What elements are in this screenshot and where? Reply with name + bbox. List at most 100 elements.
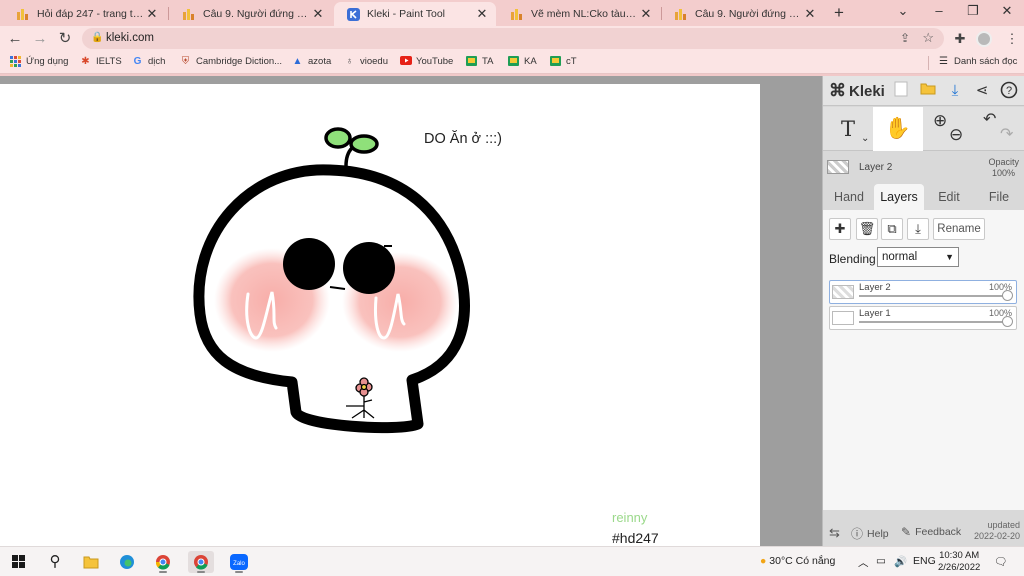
hand-tool[interactable]: ✋ bbox=[873, 107, 923, 151]
browser-tab-3[interactable]: Kleki - Paint Tool ✕ bbox=[334, 2, 496, 26]
bookmark-label: YouTube bbox=[416, 56, 454, 67]
chrome-profile-icon[interactable] bbox=[188, 551, 214, 573]
mouth-line bbox=[329, 286, 346, 290]
azota-icon: ▲ bbox=[292, 56, 303, 67]
reading-list-button[interactable]: ☰ Danh sách đọc bbox=[938, 56, 1017, 67]
tab-close-icon[interactable]: ✕ bbox=[802, 6, 818, 22]
chrome-icon[interactable] bbox=[150, 551, 176, 573]
language-indicator[interactable]: ENG bbox=[913, 555, 936, 567]
tab-close-icon[interactable]: ✕ bbox=[638, 6, 654, 22]
help-circle-icon[interactable]: ? bbox=[999, 81, 1019, 101]
minimize-icon[interactable]: – bbox=[922, 0, 956, 24]
back-icon[interactable]: ← bbox=[4, 28, 26, 50]
bookmark-star-icon[interactable]: ☆ bbox=[922, 30, 934, 46]
tab-file[interactable]: File bbox=[975, 184, 1023, 210]
merge-layer-button[interactable]: ⤓ bbox=[907, 218, 929, 240]
blending-select[interactable]: normal ▼ bbox=[877, 247, 959, 267]
tab-hand[interactable]: Hand bbox=[825, 184, 873, 210]
forward-icon[interactable]: → bbox=[29, 28, 51, 50]
bookmark-dich[interactable]: G dịch bbox=[132, 56, 166, 67]
close-window-icon[interactable]: ✕ bbox=[990, 0, 1024, 24]
bookmark-ka[interactable]: KA bbox=[508, 56, 537, 67]
notifications-icon[interactable]: 🗨 bbox=[994, 555, 1007, 568]
browser-tab-1[interactable]: Hỏi đáp 247 - trang tra loi ✕ bbox=[4, 2, 166, 26]
layer-thumbnail bbox=[832, 311, 854, 325]
zoom-out-icon[interactable]: ⊖ bbox=[949, 113, 963, 157]
zoom-in-icon[interactable]: ⊕ bbox=[933, 99, 947, 143]
extensions-icon[interactable]: ✚ bbox=[950, 29, 970, 49]
bookmark-youtube[interactable]: YouTube bbox=[400, 56, 453, 67]
address-bar[interactable]: 🔒 kleki.com ⇪ ☆ bbox=[82, 28, 944, 49]
delete-layer-button[interactable]: 🗑 bbox=[856, 218, 878, 240]
menu-dots-icon[interactable]: ⋮ bbox=[1002, 29, 1022, 49]
windows-taskbar: ⚲ Zalo ● 30°C Có nắng ︿ ▭ 🔊 ENG 10:30 AM… bbox=[0, 546, 1024, 576]
swap-sides-icon[interactable]: ⇆ bbox=[829, 525, 840, 541]
layer-opacity-slider[interactable] bbox=[859, 321, 1006, 323]
redo-icon[interactable]: ↷ bbox=[1000, 113, 1013, 157]
new-image-icon[interactable] bbox=[891, 81, 911, 101]
bookmark-azota[interactable]: ▲ azota bbox=[292, 56, 332, 67]
browser-tab-4[interactable]: Vẽ mèm NL:Cko tàu hỏi cái ✕ bbox=[498, 2, 660, 26]
kleki-app: DO Ăn ở :::) reinny #hd247 ⌘ Kleki ⤓ ⋖ ?… bbox=[0, 76, 1024, 546]
tab-edit[interactable]: Edit bbox=[925, 184, 973, 210]
clock-time: 10:30 AM bbox=[939, 550, 980, 561]
search-icon[interactable]: ⚲ bbox=[42, 551, 68, 573]
rename-layer-button[interactable]: Rename bbox=[933, 218, 985, 240]
feedback-button[interactable]: ✎ Feedback bbox=[901, 525, 961, 539]
screen: Hỏi đáp 247 - trang tra loi ✕ Câu 9. Ngư… bbox=[0, 0, 1024, 576]
updated-label: updated bbox=[987, 520, 1020, 530]
url-text: kleki.com bbox=[106, 32, 154, 44]
bookmark-ielts[interactable]: ✱ IELTS bbox=[80, 56, 122, 67]
tab-close-icon[interactable]: ✕ bbox=[310, 6, 326, 22]
bookmark-ct[interactable]: cT bbox=[550, 56, 577, 67]
zalo-icon[interactable]: Zalo bbox=[226, 551, 252, 573]
download-icon[interactable]: ⤓ bbox=[945, 81, 965, 101]
cambridge-icon: ⛨ bbox=[181, 56, 190, 67]
volume-icon[interactable]: 🔊 bbox=[894, 555, 907, 568]
restore-icon[interactable]: ❐ bbox=[956, 0, 990, 24]
tray-expand-icon[interactable]: ︿ bbox=[858, 555, 869, 570]
duplicate-layer-button[interactable]: ⧉ bbox=[881, 218, 903, 240]
share-icon[interactable]: ⇪ bbox=[900, 31, 910, 45]
apps-grid-icon bbox=[10, 56, 21, 67]
layer-row-1[interactable]: Layer 1 100% bbox=[829, 306, 1017, 330]
reload-icon[interactable]: ↻ bbox=[54, 28, 76, 50]
bookmark-vioedu[interactable]: ♁ vioedu bbox=[344, 56, 388, 67]
help-button[interactable]: ⓘ Help bbox=[851, 525, 889, 542]
duplicate-icon: ⧉ bbox=[887, 221, 897, 236]
new-tab-button[interactable]: + bbox=[828, 2, 850, 24]
layer-opacity-handle[interactable] bbox=[1002, 290, 1013, 301]
weather-widget[interactable]: ● 30°C Có nắng bbox=[760, 555, 835, 567]
browser-tab-2[interactable]: Câu 9. Người đứng đầu một ✕ bbox=[170, 2, 332, 26]
running-indicator bbox=[197, 571, 205, 573]
windows-start-icon[interactable] bbox=[6, 551, 32, 573]
ielts-icon: ✱ bbox=[81, 56, 90, 67]
undo-icon[interactable]: ↶ bbox=[983, 98, 996, 142]
layer-opacity-slider[interactable] bbox=[859, 295, 1006, 297]
profile-avatar[interactable] bbox=[976, 31, 992, 47]
sprout-stem bbox=[344, 146, 354, 167]
browser-tab-5[interactable]: Câu 9. Người đứng đầu một ✕ bbox=[662, 2, 824, 26]
bookmark-label: Ứng dụng bbox=[26, 56, 69, 67]
open-folder-icon[interactable] bbox=[918, 81, 938, 101]
layer-row-2[interactable]: Layer 2 100% bbox=[829, 280, 1017, 304]
tab-close-icon[interactable]: ✕ bbox=[474, 6, 490, 22]
drawing-canvas[interactable]: DO Ăn ở :::) reinny #hd247 bbox=[0, 84, 760, 546]
tab-close-icon[interactable]: ✕ bbox=[144, 6, 160, 22]
file-explorer-icon[interactable] bbox=[78, 551, 104, 573]
network-icon[interactable]: ▭ bbox=[876, 555, 886, 567]
bookmark-apps[interactable]: Ứng dụng bbox=[10, 56, 68, 67]
tab-search-icon[interactable]: ⌄ bbox=[886, 0, 920, 24]
zoom-tool[interactable]: ⊕ ⊖ bbox=[923, 107, 973, 151]
merge-down-icon: ⤓ bbox=[915, 221, 921, 236]
bookmark-ta[interactable]: TA bbox=[466, 56, 493, 67]
tab-layers[interactable]: Layers bbox=[874, 184, 924, 210]
system-clock[interactable]: 10:30 AM 2/26/2022 bbox=[938, 550, 980, 574]
bookmark-cambridge[interactable]: ⛨ Cambridge Diction... bbox=[180, 56, 282, 67]
text-tool[interactable]: T ⌄ bbox=[823, 107, 873, 151]
browser-toolbar: ← → ↻ 🔒 kleki.com ⇪ ☆ ✚ ⋮ bbox=[0, 26, 1024, 52]
add-layer-button[interactable]: ✚ bbox=[829, 218, 851, 240]
layer-opacity-handle[interactable] bbox=[1002, 316, 1013, 327]
bookmark-label: IELTS bbox=[96, 56, 122, 67]
edge-icon[interactable] bbox=[114, 551, 140, 573]
